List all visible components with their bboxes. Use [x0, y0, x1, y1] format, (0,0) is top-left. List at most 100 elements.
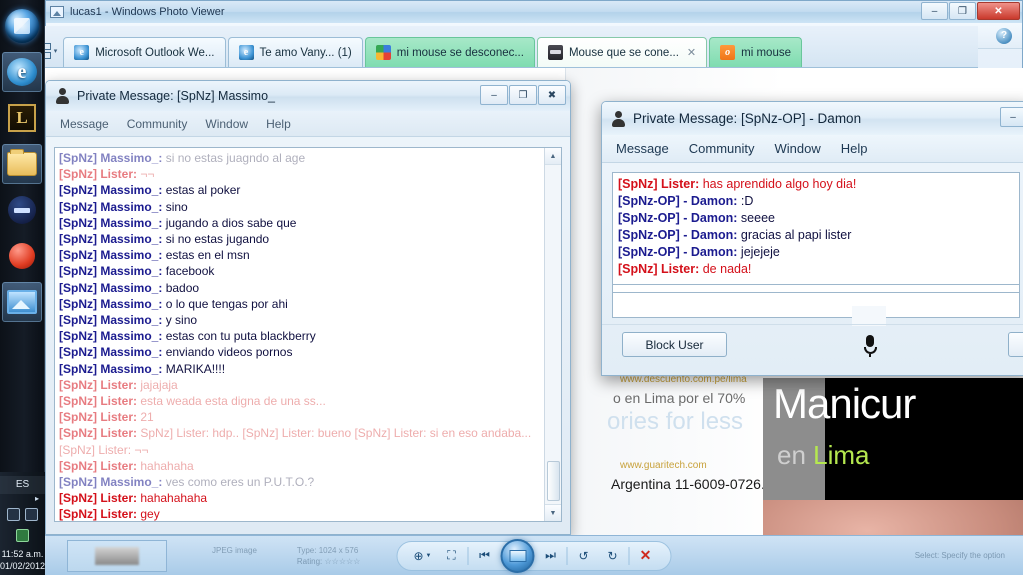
manicure-banner-ad[interactable]: Manicur en Lima	[763, 378, 1023, 508]
chat-message: [SpNz] Lister: jajajaja	[59, 377, 557, 393]
banner-subtext-green: Lima	[813, 440, 870, 470]
tray-sync-icon[interactable]	[25, 508, 38, 521]
taskbar-item-app-red[interactable]	[2, 236, 42, 276]
taskbar-item-league-of-legends[interactable]: L	[2, 98, 42, 138]
chat2-message-log[interactable]: [SpNz] Lister: has aprendido algo hoy di…	[612, 172, 1020, 287]
microphone-icon[interactable]	[863, 335, 877, 357]
chat1-menu-message[interactable]: Message	[60, 117, 109, 131]
message-sender: [SpNz] Lister:	[59, 491, 141, 506]
app-dark-icon	[8, 196, 36, 224]
message-sender: [SpNz] Lister:	[59, 377, 141, 392]
message-sender: [SpNz] Lister:	[618, 262, 703, 276]
banner-photo	[763, 500, 1023, 535]
chat1-title-text: Private Message: [SpNz] Massimo_	[77, 89, 275, 103]
chat1-message-log[interactable]: [SpNz] Massimo_: si no estas juagndo al …	[54, 147, 562, 522]
tray-overflow-icon[interactable]: ▸	[0, 494, 45, 503]
tray-action-center-icon[interactable]	[16, 529, 29, 542]
taskbar-item-app-dark[interactable]	[2, 190, 42, 230]
tab-te-amo-vany[interactable]: Te amo Vany... (1)	[227, 37, 363, 67]
photo-metadata: JPEG image Type: 1024 x 576 Rating: ☆☆☆☆☆	[212, 545, 360, 567]
tab-mi-mouse[interactable]: mi mouse	[709, 37, 802, 67]
close-icon[interactable]: ✕	[687, 46, 696, 59]
taskbar-item-file-explorer[interactable]	[2, 144, 42, 184]
chat2-extra-button[interactable]	[1008, 332, 1023, 357]
message-sender: [SpNz] Lister:	[618, 177, 703, 191]
chat2-menu-message[interactable]: Message	[616, 141, 669, 156]
minimize-button[interactable]: –	[480, 85, 508, 105]
zoom-control[interactable]: ⊕ ▼	[410, 545, 436, 567]
chat2-menu-window[interactable]: Window	[775, 141, 821, 156]
chat1-titlebar[interactable]: Private Message: [SpNz] Massimo_ – ❐ ✖	[46, 81, 570, 111]
chat2-menu-community[interactable]: Community	[689, 141, 755, 156]
system-tray: ES ▸ 11:52 a.m. 01/02/2012	[0, 472, 45, 575]
chat-message: [SpNz-OP] - Damon: jejejeje	[618, 244, 1014, 261]
tab-outlook[interactable]: Microsoft Outlook We...	[63, 37, 226, 67]
photo-thumbnail[interactable]	[67, 539, 167, 572]
tab-mi-mouse-se-desconecta[interactable]: mi mouse se desconec...	[364, 37, 535, 67]
help-icon[interactable]: ?	[996, 27, 1012, 44]
block-user-button[interactable]: Block User	[622, 332, 727, 357]
chat2-titlebar[interactable]: Private Message: [SpNz-OP] - Damon –	[602, 102, 1023, 135]
message-text: jejejeje	[740, 245, 780, 259]
maximize-button[interactable]: ❐	[949, 2, 976, 20]
message-text: o lo que tengas por ahi	[165, 296, 288, 311]
message-text: hahahaha	[140, 458, 194, 473]
chat1-message-list: [SpNz] Massimo_: si no estas juagndo al …	[55, 148, 561, 521]
next-button[interactable]: ⏭	[538, 545, 564, 567]
maximize-button[interactable]: ❐	[509, 85, 537, 105]
message-text: hahahahaha	[140, 491, 208, 506]
taskbar-item-photo-viewer[interactable]	[2, 282, 42, 322]
rotate-counterclockwise-button[interactable]: ↺	[571, 545, 597, 567]
tray-network-icon[interactable]	[7, 508, 20, 521]
message-sender: [SpNz-OP] - Damon:	[618, 245, 741, 259]
clock[interactable]: 11:52 a.m. 01/02/2012	[0, 545, 45, 572]
chat1-menu-community[interactable]: Community	[127, 117, 188, 131]
chat2-bottom-bar: Block User	[602, 324, 1023, 372]
internet-explorer-icon	[7, 58, 37, 86]
close-button[interactable]: ✕	[977, 2, 1020, 20]
chat1-menu-help[interactable]: Help	[266, 117, 291, 131]
message-sender: [SpNz] Massimo_:	[59, 264, 166, 279]
taskbar-item-internet-explorer[interactable]	[2, 52, 42, 92]
league-of-legends-icon: L	[8, 104, 36, 132]
ad-url-2[interactable]: www.guaritech.com	[620, 460, 707, 471]
language-indicator[interactable]: ES	[0, 476, 45, 494]
message-text: :D	[740, 194, 754, 208]
delete-button[interactable]: ✕	[633, 545, 659, 567]
message-sender: [SpNz] Massimo_:	[59, 215, 166, 230]
chat-message: [SpNz] Massimo_: si no estas jugando	[59, 231, 557, 247]
fit-to-window-button[interactable]: ⛶	[439, 545, 465, 567]
chat2-message-input[interactable]	[612, 292, 1020, 318]
chat2-menu-help[interactable]: Help	[841, 141, 868, 156]
chat1-window-buttons: – ❐ ✖	[480, 85, 566, 105]
message-text: 21	[140, 410, 154, 425]
message-text: has aprendido algo hoy dia!	[702, 177, 857, 191]
previous-button[interactable]: ⏮	[472, 545, 498, 567]
scroll-down-icon[interactable]: ▼	[545, 504, 561, 521]
ad-headline: ories for less	[607, 408, 744, 435]
tab-mouse-que-se-conecta[interactable]: Mouse que se cone... ✕	[536, 37, 708, 67]
chat-message: [SpNz] Massimo_: badoo	[59, 280, 557, 296]
scrollbar-thumb[interactable]	[547, 461, 560, 501]
minimize-button[interactable]: –	[1000, 107, 1023, 127]
windows-photo-viewer-icon	[7, 290, 37, 314]
chat1-scrollbar[interactable]: ▲ ▼	[544, 148, 561, 521]
tab-label: mi mouse se desconec...	[396, 46, 524, 59]
message-text: esta weada esta digna de una ss...	[140, 394, 326, 409]
message-sender: [SpNz] Massimo_:	[59, 296, 166, 311]
google-icon	[375, 45, 391, 60]
photo-viewer-icon	[50, 6, 64, 18]
scroll-up-icon[interactable]: ▲	[545, 148, 561, 165]
app-red-icon	[9, 243, 35, 269]
message-sender: [SpNz] Massimo_:	[59, 232, 166, 247]
start-button[interactable]	[2, 6, 42, 46]
photo-viewer-titlebar[interactable]: lucas1 - Windows Photo Viewer – ❐ ✕	[46, 1, 1022, 23]
message-text: si no estas jugando	[165, 232, 270, 247]
thumbnail-image	[95, 546, 139, 565]
chevron-down-icon[interactable]: ▾	[54, 47, 58, 55]
chat1-menu-window[interactable]: Window	[205, 117, 248, 131]
play-slideshow-button[interactable]	[500, 538, 535, 573]
close-button[interactable]: ✖	[538, 85, 566, 105]
rotate-clockwise-button[interactable]: ↻	[600, 545, 626, 567]
minimize-button[interactable]: –	[921, 2, 948, 20]
